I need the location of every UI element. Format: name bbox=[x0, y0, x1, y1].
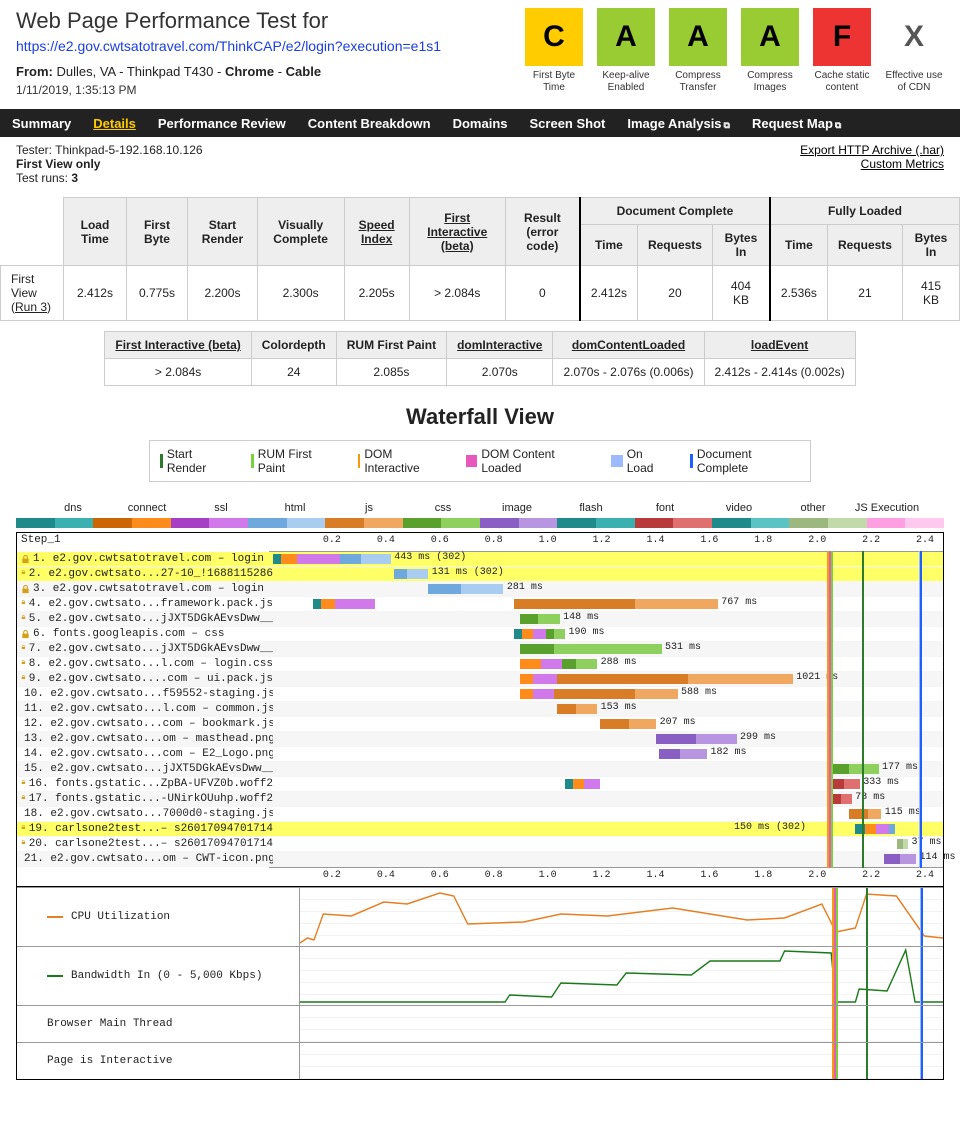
tab-image-analysis[interactable]: Image Analysis⧉ bbox=[627, 116, 730, 131]
request-row[interactable]: 6. fonts.googleapis.com – css 190 ms bbox=[17, 627, 943, 642]
tab-details[interactable]: Details bbox=[93, 116, 136, 131]
grade-letter: A bbox=[669, 8, 727, 66]
request-row[interactable]: 2. e2.gov.cwtsato...27-10_!1688115286 13… bbox=[17, 567, 943, 582]
request-row[interactable]: 12. e2.gov.cwtsato...com – bookmark.js 2… bbox=[17, 717, 943, 732]
request-row[interactable]: 7. e2.gov.cwtsato...jJXT5DGkAEvsDww__ 53… bbox=[17, 642, 943, 657]
nav-tabs: Summary Details Performance Review Content … bbox=[0, 109, 960, 137]
event-legend: Start RenderRUM First PaintDOM Interacti… bbox=[149, 440, 811, 482]
request-row[interactable]: 15. e2.gov.cwtsato...jJXT5DGkAEvsDww__ 1… bbox=[17, 762, 943, 777]
grade-first-byte-time[interactable]: C First Byte Time bbox=[524, 8, 584, 94]
lock-icon bbox=[21, 825, 26, 834]
grade-letter: C bbox=[525, 8, 583, 66]
request-row[interactable]: 14. e2.gov.cwtsato...com – E2_Logo.png 1… bbox=[17, 747, 943, 762]
test-meta: From: Dulles, VA - Thinkpad T430 - Chrom… bbox=[16, 64, 441, 79]
tab-domains[interactable]: Domains bbox=[453, 116, 508, 131]
page-title: Web Page Performance Test for bbox=[16, 8, 441, 34]
metrics-table-extra: First Interactive (beta)ColordepthRUM Fi… bbox=[104, 331, 855, 386]
grade-compress-images[interactable]: A Compress Images bbox=[740, 8, 800, 94]
grade-keep-alive-enabled[interactable]: A Keep-alive Enabled bbox=[596, 8, 656, 94]
request-row[interactable]: 19. carlsone2test...– s26017094701714 15… bbox=[17, 822, 943, 837]
request-row[interactable]: 13. e2.gov.cwtsato...om – masthead.png 2… bbox=[17, 732, 943, 747]
tab-performance-review[interactable]: Performance Review bbox=[158, 116, 286, 131]
sub-charts: CPU Utilization Bandwidth In (0 - 5,000 … bbox=[16, 887, 944, 1080]
tester-info: Tester: Thinkpad-5-192.168.10.126 First … bbox=[16, 143, 203, 185]
tab-screen-shot[interactable]: Screen Shot bbox=[530, 116, 606, 131]
request-row[interactable]: 11. e2.gov.cwtsato...l.com – common.js 1… bbox=[17, 702, 943, 717]
request-row[interactable]: 9. e2.gov.cwtsato....com – ui.pack.js 10… bbox=[17, 672, 943, 687]
lock-icon bbox=[21, 645, 26, 654]
subchart-bandwidth-in-kbps-: Bandwidth In (0 - 5,000 Kbps) bbox=[17, 946, 943, 1005]
grade-letter: A bbox=[741, 8, 799, 66]
lock-icon bbox=[21, 840, 26, 849]
request-row[interactable]: 18. e2.gov.cwtsato...7000d0-staging.js 1… bbox=[17, 807, 943, 822]
custom-metrics-link[interactable]: Custom Metrics bbox=[800, 157, 944, 171]
tab-summary[interactable]: Summary bbox=[12, 116, 71, 131]
lock-icon bbox=[21, 630, 30, 639]
lock-icon bbox=[21, 615, 26, 624]
waterfall-heading: Waterfall View bbox=[0, 404, 960, 430]
tab-request-map[interactable]: Request Map⧉ bbox=[752, 116, 841, 131]
lock-icon bbox=[21, 600, 26, 609]
lock-icon bbox=[21, 675, 26, 684]
request-row[interactable]: 8. e2.gov.cwtsato...l.com – login.css 28… bbox=[17, 657, 943, 672]
request-row[interactable]: 3. e2.gov.cwtsatotravel.com – login 281 … bbox=[17, 582, 943, 597]
request-row[interactable]: 20. carlsone2test...– s26017094701714 37… bbox=[17, 837, 943, 852]
test-url[interactable]: https://e2.gov.cwtsatotravel.com/ThinkCA… bbox=[16, 38, 441, 54]
type-legend: dnsconnectsslhtmljscssimageflashfontvide… bbox=[16, 502, 944, 518]
subchart-page-is-interactive: Page is Interactive bbox=[17, 1042, 943, 1079]
lock-icon bbox=[21, 780, 26, 789]
grade-compress-transfer[interactable]: A Compress Transfer bbox=[668, 8, 728, 94]
external-icon: ⧉ bbox=[835, 120, 841, 130]
lock-icon bbox=[21, 660, 26, 669]
request-row[interactable]: 17. fonts.gstatic...-UNirkOUuhp.woff2 78… bbox=[17, 792, 943, 807]
subchart-cpu-utilization: CPU Utilization bbox=[17, 887, 943, 946]
test-timestamp: 1/11/2019, 1:35:13 PM bbox=[16, 83, 441, 97]
grade-letter: F bbox=[813, 8, 871, 66]
metrics-table-main: Load TimeFirst ByteStart RenderVisually … bbox=[0, 197, 960, 321]
external-icon: ⧉ bbox=[724, 120, 730, 130]
request-row[interactable]: 21. e2.gov.cwtsato...om – CWT-icon.png 1… bbox=[17, 852, 943, 867]
request-row[interactable]: 1. e2.gov.cwtsatotravel.com – login 443 … bbox=[17, 552, 943, 567]
lock-icon bbox=[21, 585, 30, 594]
request-row[interactable]: 10. e2.gov.cwtsato...f59552-staging.js 5… bbox=[17, 687, 943, 702]
run-link[interactable]: Run 3 bbox=[15, 300, 47, 314]
request-row[interactable]: 16. fonts.gstatic...ZpBA-UFVZ0b.woff2 33… bbox=[17, 777, 943, 792]
lock-icon bbox=[21, 570, 26, 579]
subchart-browser-main-thread: Browser Main Thread bbox=[17, 1005, 943, 1042]
waterfall-chart: Step_10.20.40.60.81.01.21.41.61.82.02.22… bbox=[16, 532, 944, 887]
request-row[interactable]: 5. e2.gov.cwtsato...jJXT5DGkAEvsDww__ 14… bbox=[17, 612, 943, 627]
export-har-link[interactable]: Export HTTP Archive (.har) bbox=[800, 143, 944, 157]
grade-letter: A bbox=[597, 8, 655, 66]
request-row[interactable]: 4. e2.gov.cwtsato...framework.pack.js 76… bbox=[17, 597, 943, 612]
lock-icon bbox=[21, 555, 30, 564]
lock-icon bbox=[21, 795, 26, 804]
grade-cache-static-content[interactable]: F Cache static content bbox=[812, 8, 872, 94]
grade-letter: X bbox=[885, 8, 943, 66]
grade-effective-use-of-cdn[interactable]: X Effective use of CDN bbox=[884, 8, 944, 94]
tab-content-breakdown[interactable]: Content Breakdown bbox=[308, 116, 431, 131]
